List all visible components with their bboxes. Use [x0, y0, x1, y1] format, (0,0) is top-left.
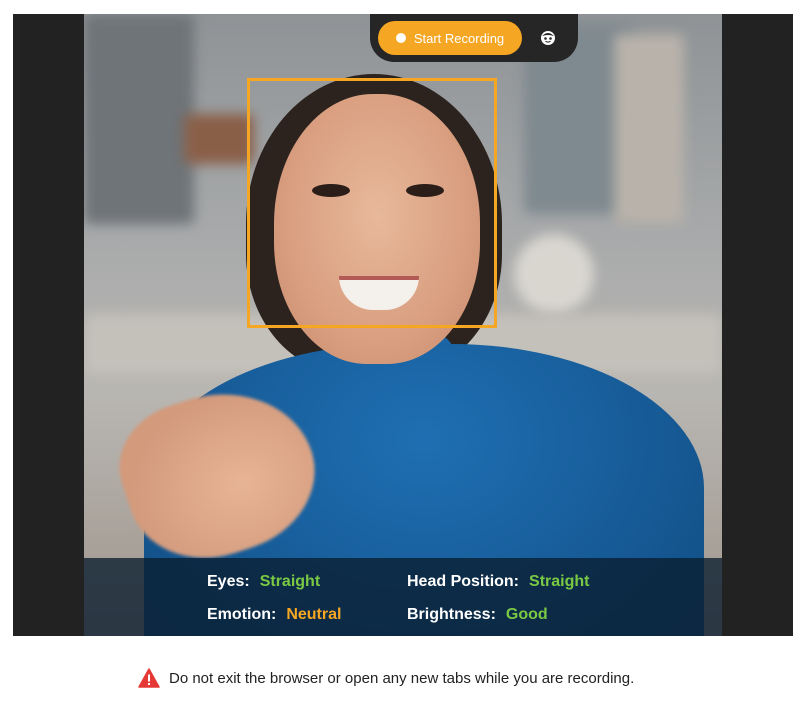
emotion-label: Emotion: — [207, 606, 277, 623]
camera-stage: Start Recording Eyes: Straight Head Posit… — [13, 14, 793, 636]
recording-toolbar: Start Recording — [370, 14, 578, 62]
background-plate — [514, 234, 594, 314]
background-shelf — [184, 114, 254, 164]
face-analysis-status-bar: Eyes: Straight Head Position: Straight Emo… — [84, 558, 722, 636]
brightness-value: Good — [505, 606, 548, 623]
emotion-value: Neutral — [286, 606, 342, 623]
background-cabinet-left — [84, 14, 194, 224]
start-recording-label: Start Recording — [413, 30, 505, 46]
emotion-status: Emotion: Neutral — [207, 606, 341, 624]
notice-text: Do not exit the browser or open any new … — [169, 669, 635, 687]
head-position-label: Head Position: — [407, 573, 520, 590]
head-position-value: Straight — [529, 573, 590, 590]
eyes-value: Straight — [259, 573, 321, 590]
webcam-video-feed: Start Recording — [84, 14, 722, 636]
eyes-label: Eyes: — [207, 573, 250, 590]
background-shelf-right — [614, 34, 684, 224]
warning-icon — [138, 668, 160, 688]
brightness-label: Brightness: — [407, 606, 496, 623]
head-position-status: Head Position: Straight — [407, 573, 589, 591]
eyes-status: Eyes: Straight — [207, 573, 320, 591]
start-recording-button[interactable]: Start Recording — [378, 21, 522, 55]
recording-notice: Do not exit the browser or open any new … — [138, 667, 634, 689]
record-dot-icon — [395, 33, 406, 43]
face-detection-box — [247, 78, 497, 328]
face-detect-icon[interactable] — [540, 30, 556, 46]
brightness-status: Brightness: Good — [407, 606, 548, 624]
